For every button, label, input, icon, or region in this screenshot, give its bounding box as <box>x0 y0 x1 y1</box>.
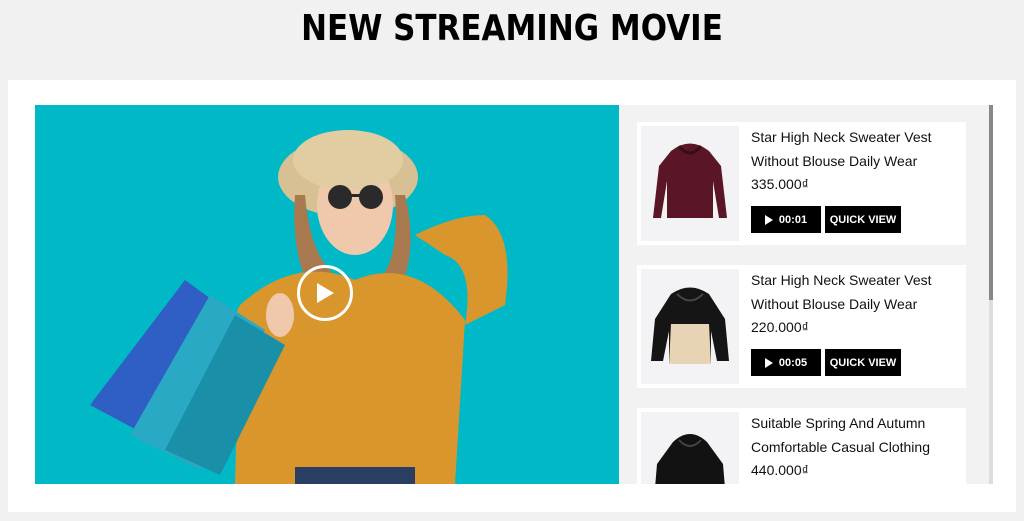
quick-view-button[interactable]: QUICK VIEW <box>825 206 901 233</box>
product-card: Suitable Spring And Autumn Comfortable C… <box>637 408 966 484</box>
page-title: NEW STREAMING MOVIE <box>301 8 723 49</box>
product-price: 335.000₫ <box>751 176 809 192</box>
quick-view-button[interactable]: QUICK VIEW <box>825 349 901 376</box>
black-beige-jacket-image <box>651 287 729 364</box>
product-name[interactable]: Star High Neck Sweater Vest Without Blou… <box>751 126 961 173</box>
video-duration: 00:05 <box>778 356 808 369</box>
product-card: Star High Neck Sweater Vest Without Blou… <box>637 122 966 245</box>
scrollbar-thumb[interactable] <box>989 105 993 300</box>
streaming-panel: Star High Neck Sweater Vest Without Blou… <box>8 80 1016 512</box>
black-hooded-jacket-image <box>655 434 725 484</box>
play-icon <box>764 357 773 368</box>
video-player[interactable] <box>35 105 619 484</box>
product-list[interactable]: Star High Neck Sweater Vest Without Blou… <box>619 105 989 484</box>
maroon-hooded-jacket-image <box>653 143 727 218</box>
product-name[interactable]: Suitable Spring And Autumn Comfortable C… <box>751 412 961 459</box>
play-icon <box>317 283 334 303</box>
play-video-button[interactable]: 00:01 <box>751 206 821 233</box>
product-price: 440.000₫ <box>751 462 809 478</box>
product-price: 220.000₫ <box>751 319 809 335</box>
video-duration: 00:01 <box>778 213 808 226</box>
product-image[interactable] <box>641 126 739 241</box>
product-card: Star High Neck Sweater Vest Without Blou… <box>637 265 966 388</box>
play-button[interactable] <box>297 265 353 321</box>
list-scrollbar[interactable] <box>989 105 993 484</box>
play-video-button[interactable]: 00:05 <box>751 349 821 376</box>
product-image[interactable] <box>641 269 739 384</box>
product-image[interactable] <box>641 412 739 484</box>
product-name[interactable]: Star High Neck Sweater Vest Without Blou… <box>751 269 961 316</box>
play-icon <box>764 214 773 225</box>
